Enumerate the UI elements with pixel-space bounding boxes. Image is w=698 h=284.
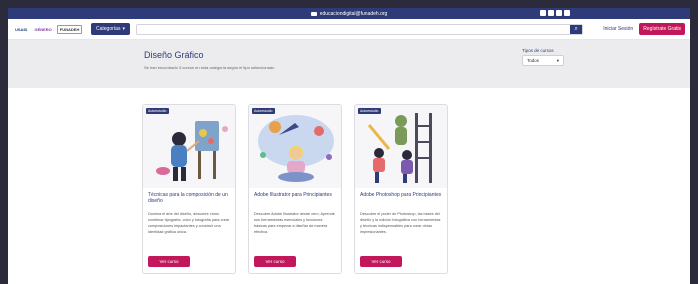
course-illustration[interactable]: Autoestudio <box>143 105 235 188</box>
course-card[interactable]: Autoestudio Adobe Photoshop para Princip… <box>354 104 448 274</box>
twitter-icon[interactable] <box>564 10 570 16</box>
search-button[interactable]: ⌕ <box>570 24 583 34</box>
course-description: Domina el arte del diseño, descubre cómo… <box>148 212 230 235</box>
funadeh-logo[interactable]: FUNADEH <box>56 24 83 34</box>
view-course-button[interactable]: Ver curso <box>254 256 296 267</box>
page-title: Diseño Gráfico <box>144 50 204 60</box>
category-header: Diseño Gráfico Se han encontrado 3 curso… <box>8 40 690 88</box>
course-list: Autoestudio Técnicas para la composición… <box>142 104 448 274</box>
register-button[interactable]: Regístrate Gratis <box>639 23 685 35</box>
envelope-icon <box>310 11 317 16</box>
course-title[interactable]: Técnicas para la composición de un diseñ… <box>143 188 235 208</box>
view-course-button[interactable]: Ver curso <box>360 256 402 267</box>
course-title[interactable]: Adobe Photoshop para Principiantes <box>355 188 447 208</box>
search-icon: ⌕ <box>574 25 578 32</box>
navbar: USAID GÉNERO FUNADEH Categorías ▾ ⌕ Inic… <box>8 19 690 40</box>
course-title[interactable]: Adobe Illustrator para Principiantes <box>249 188 341 208</box>
course-type-filter: Tipos de cursos Todos ▾ <box>522 48 564 66</box>
course-type-badge: Autoestudio <box>252 108 275 114</box>
categories-label: Categorías <box>96 26 121 32</box>
course-type-badge: Autoestudio <box>358 108 381 114</box>
usaid-logo[interactable]: USAID <box>13 26 29 33</box>
artist-painting-illustration <box>156 121 228 181</box>
genero-logo[interactable]: GÉNERO <box>32 26 53 33</box>
email-text[interactable]: educaciondigital@funadeh.org <box>320 11 388 17</box>
instagram-icon[interactable] <box>548 10 554 16</box>
course-type-select[interactable]: Todos ▾ <box>522 55 564 66</box>
course-illustration[interactable]: Autoestudio <box>249 105 341 188</box>
course-illustration[interactable]: Autoestudio <box>355 105 447 188</box>
chevron-down-icon: ▾ <box>556 57 559 63</box>
search-input[interactable]: ⌕ <box>135 23 584 35</box>
social-links <box>540 10 570 16</box>
chevron-down-icon: ▾ <box>122 26 125 32</box>
view-course-button[interactable]: Ver curso <box>148 256 190 267</box>
login-link[interactable]: Iniciar Sesión <box>603 26 633 32</box>
whatsapp-icon[interactable] <box>556 10 562 16</box>
top-bar: educaciondigital@funadeh.org <box>8 8 690 19</box>
photoshop-team-illustration <box>367 113 432 183</box>
course-card[interactable]: Autoestudio Adobe Illustrator para Princ… <box>248 104 342 274</box>
select-value: Todos <box>527 58 540 63</box>
results-summary: Se han encontrado 3 cursos en esta categ… <box>144 65 275 70</box>
facebook-icon[interactable] <box>540 10 546 16</box>
filter-label: Tipos de cursos <box>522 48 554 53</box>
course-card[interactable]: Autoestudio Técnicas para la composición… <box>142 104 236 274</box>
contact-email[interactable]: educaciondigital@funadeh.org <box>310 11 388 17</box>
illustrator-learner-illustration <box>258 115 334 182</box>
course-description: Descubre Adobe Illustrator desde cero. A… <box>254 212 335 235</box>
page: educaciondigital@funadeh.org USAID GÉNER… <box>8 8 690 284</box>
partner-logos[interactable]: USAID GÉNERO FUNADEH <box>13 24 85 34</box>
course-type-badge: Autoestudio <box>146 108 169 114</box>
course-description: Descubre el poder de Photoshop, las base… <box>360 212 441 235</box>
categories-button[interactable]: Categorías ▾ <box>91 23 130 35</box>
